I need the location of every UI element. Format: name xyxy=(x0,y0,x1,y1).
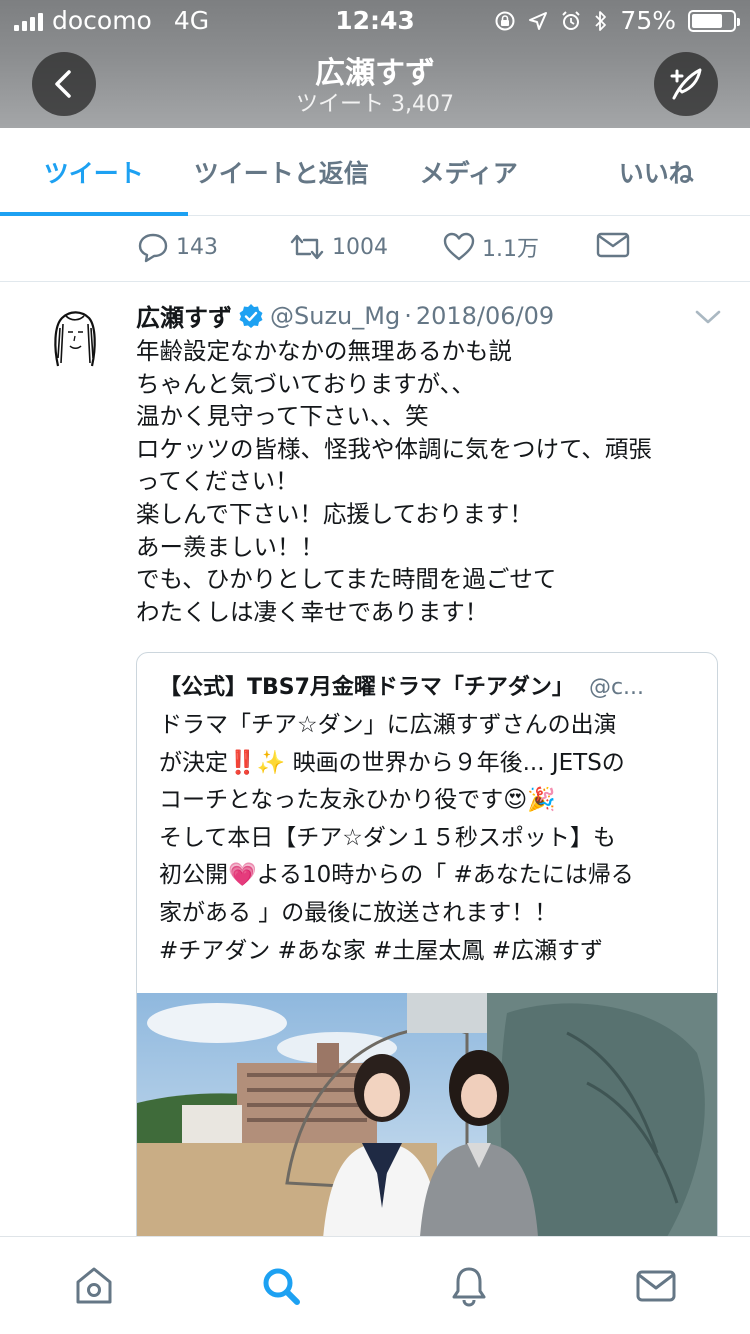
heart-icon xyxy=(443,232,475,261)
battery-percent: 75% xyxy=(620,6,676,35)
rotation-lock-icon xyxy=(495,11,515,30)
tweet-header: 広瀬すず @Suzu_Mg · 2018/06/09 xyxy=(136,298,554,333)
tweet-text: 年齢設定なかなかの無理あるかも説 ちゃんと気づいておりますが、、 温かく見守って… xyxy=(136,337,652,626)
chevron-down-icon[interactable] xyxy=(694,308,722,326)
tweet-date: 2018/06/09 xyxy=(415,301,555,330)
tab-tweets[interactable]: ツイート xyxy=(0,128,188,216)
like-button[interactable]: 1.1万 xyxy=(442,230,539,264)
quoted-tweet-header: 【公式】TBS7月金曜ドラマ「チアダン」 @c... xyxy=(159,669,699,701)
meta-separator: · xyxy=(404,301,412,330)
tab-likes[interactable]: いいね xyxy=(563,128,750,215)
envelope-icon xyxy=(596,232,630,258)
quoted-tweet-card[interactable]: 【公式】TBS7月金曜ドラマ「チアダン」 @c... ドラマ「チア☆ダン」に広瀬… xyxy=(136,652,718,1252)
bluetooth-icon xyxy=(595,10,607,31)
status-bar: docomo 4G 12:43 75% xyxy=(0,0,750,40)
tweet-count-label: ツイート xyxy=(296,92,385,117)
location-icon xyxy=(529,11,548,30)
tweet-count-value: 3,407 xyxy=(391,92,454,117)
retweet-count: 1004 xyxy=(332,234,388,260)
messages-icon xyxy=(636,1270,676,1301)
verified-badge-icon xyxy=(239,303,263,328)
avatar[interactable] xyxy=(48,308,102,370)
quoted-author-handle: @c... xyxy=(588,675,645,700)
home-tab[interactable] xyxy=(0,1237,188,1334)
messages-tab[interactable] xyxy=(563,1237,750,1334)
compose-tweet-button[interactable] xyxy=(654,52,718,116)
quoted-author-name: 【公式】TBS7月金曜ドラマ「チアダン」 xyxy=(159,675,574,700)
tweet-count: ツイート 3,407 xyxy=(0,86,750,118)
search-icon xyxy=(263,1268,301,1305)
retweet-button[interactable]: 1004 xyxy=(288,230,388,264)
notifications-icon xyxy=(452,1267,486,1307)
tab-media[interactable]: メディア xyxy=(375,128,563,215)
profile-tabs: ツイート ツイートと返信 メディア いいね xyxy=(0,128,750,216)
quoted-tweet-text: ドラマ「チア☆ダン」に広瀬すずさんの出演 が決定‼️✨ 映画の世界から９年後..… xyxy=(159,712,634,964)
direct-message-button[interactable] xyxy=(596,230,636,260)
alarm-icon xyxy=(562,10,581,30)
profile-header: docomo 4G 12:43 75% 広瀬すず ツイート 3,407 xyxy=(0,0,750,128)
quoted-tweet-photo[interactable] xyxy=(137,993,718,1252)
previous-tweet-actions: 143 1004 1.1万 xyxy=(0,216,750,282)
avatar-drawing xyxy=(48,308,102,370)
bottom-tab-bar xyxy=(0,1236,750,1334)
retweet-icon xyxy=(290,234,324,260)
like-count: 1.1万 xyxy=(482,237,539,262)
home-icon xyxy=(76,1267,112,1303)
author-handle[interactable]: @Suzu_Mg xyxy=(270,302,400,330)
reply-icon xyxy=(138,233,168,263)
notifications-tab[interactable] xyxy=(375,1237,563,1334)
reply-count: 143 xyxy=(176,234,218,260)
reply-button[interactable]: 143 xyxy=(136,230,218,264)
compose-feather-icon xyxy=(670,68,702,100)
tab-tweets-and-replies[interactable]: ツイートと返信 xyxy=(188,128,376,215)
search-tab[interactable] xyxy=(188,1237,376,1334)
author-name[interactable]: 広瀬すず xyxy=(136,298,232,333)
battery-icon xyxy=(688,9,740,32)
